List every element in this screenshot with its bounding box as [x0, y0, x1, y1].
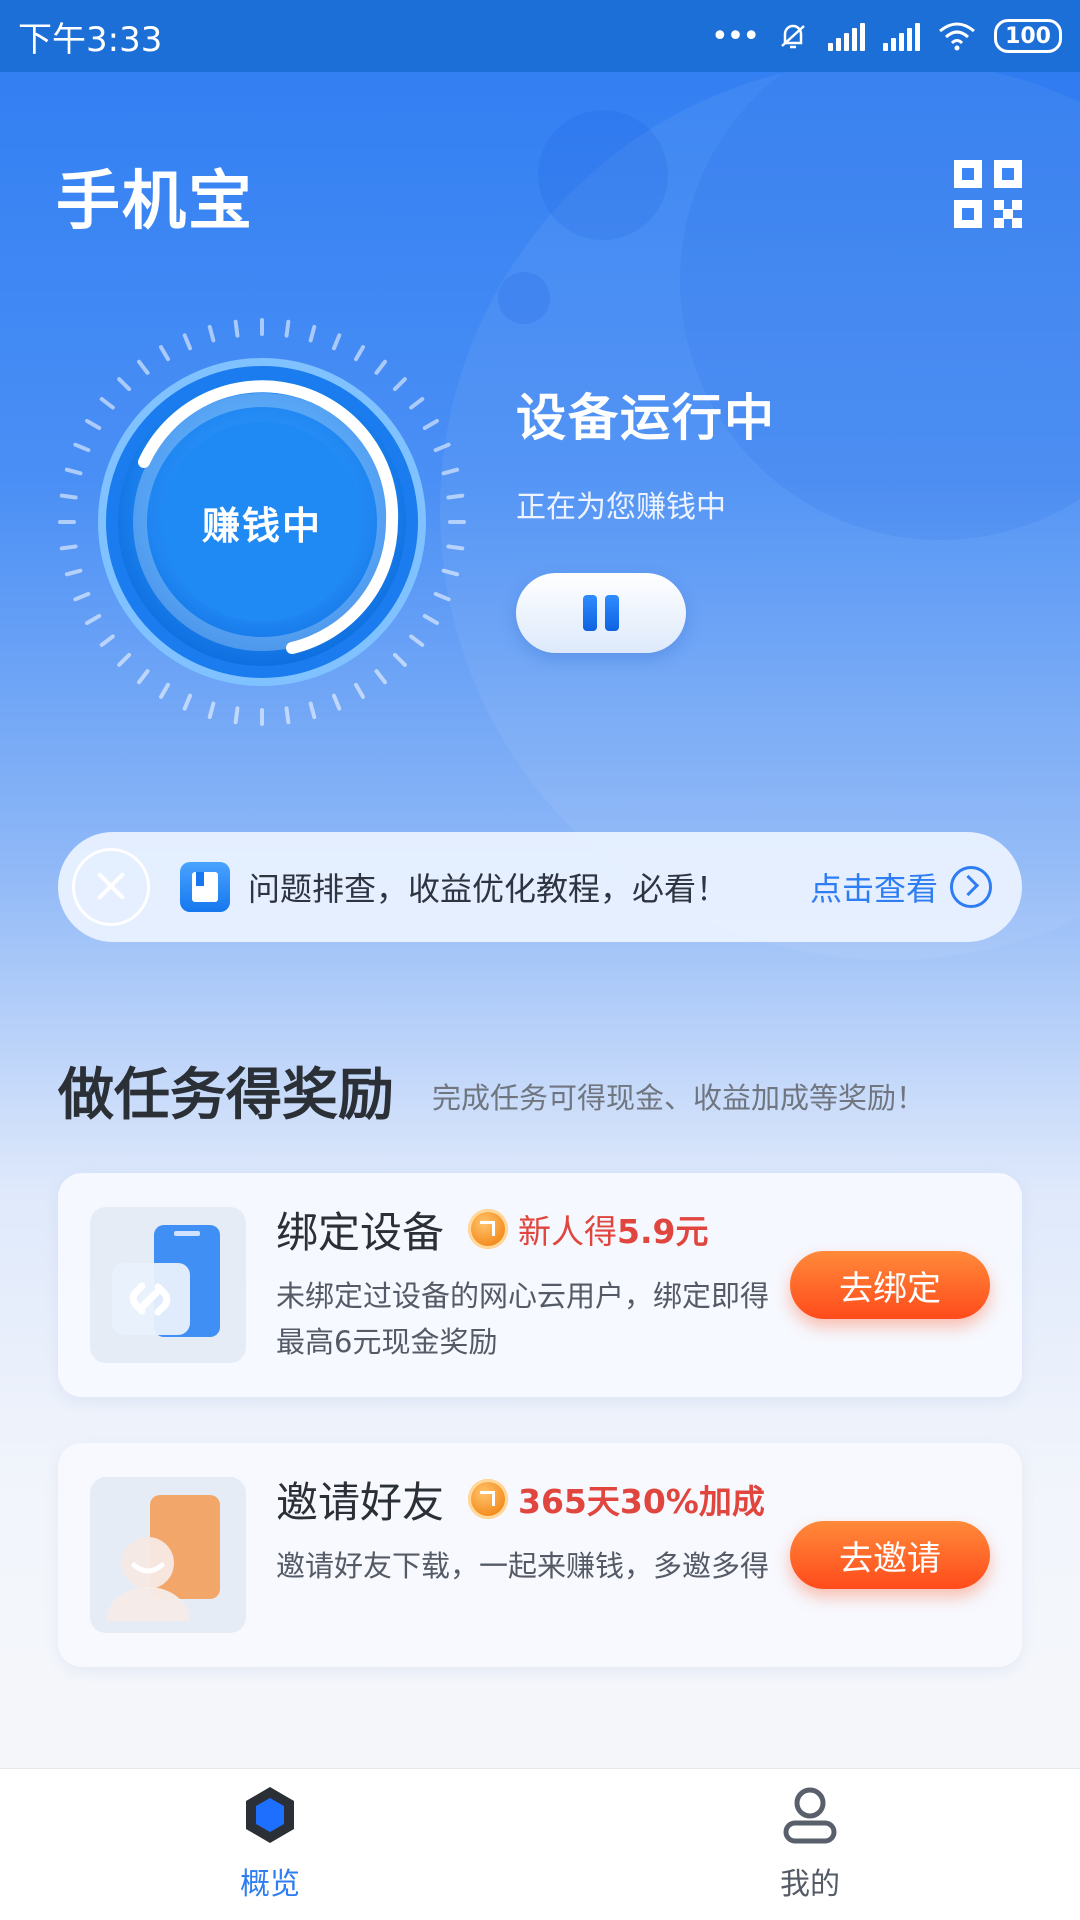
reward-prefix: 新人得	[518, 1212, 617, 1251]
user-icon	[783, 1787, 837, 1844]
book-icon	[180, 862, 230, 912]
bell-off-icon	[781, 24, 805, 49]
phone-link-icon	[90, 1207, 246, 1363]
pause-button[interactable]	[516, 573, 686, 653]
task-description: 邀请好友下载，一起来赚钱，多邀多得	[276, 1549, 770, 1583]
coin-icon	[468, 1209, 508, 1249]
tab-label: 概览	[240, 1867, 300, 1902]
user-card-icon	[90, 1477, 246, 1633]
background-dot	[498, 272, 550, 324]
task-description: 未绑定过设备的网心云用户，绑定即得最高6元现金奖励	[276, 1279, 770, 1359]
signal-icon	[828, 21, 866, 51]
tasks-title: 做任务得奖励	[58, 1063, 394, 1128]
status-icons: ••• 100	[711, 19, 1062, 54]
more-dots-icon: •••	[710, 18, 760, 54]
device-status-subtitle: 正在为您赚钱中	[516, 490, 726, 525]
tasks-subtitle: 完成任务可得现金、收益加成等奖励！	[432, 1081, 926, 1115]
hd-signal-icon	[883, 21, 921, 51]
task-reward: 365天30%加成	[518, 1475, 765, 1523]
battery-level: 100	[1005, 23, 1051, 49]
invite-friends-button[interactable]: 去邀请	[790, 1521, 990, 1589]
status-time: 下午3:33	[18, 19, 163, 60]
task-name: 绑定设备	[276, 1208, 445, 1257]
close-icon[interactable]	[72, 848, 150, 926]
chevron-right-circle-icon[interactable]	[950, 866, 992, 908]
task-name: 邀请好友	[276, 1478, 445, 1527]
task-card-invite-friends: 邀请好友 365天30%加成 邀请好友下载，一起来赚钱，多邀多得 去邀请	[58, 1443, 1022, 1667]
dial-label: 赚钱中	[201, 503, 322, 548]
notice-banner[interactable]: 问题排查，收益优化教程，必看！ 点击查看	[58, 832, 1022, 942]
bind-device-button[interactable]: 去绑定	[790, 1251, 990, 1319]
background-dot	[538, 110, 668, 240]
app-screen: 下午3:33 ••• 100 手机宝 赚钱中 设备运行中 正在为您赚钱中 问题排…	[0, 0, 1080, 1920]
qr-code-icon[interactable]	[952, 158, 1024, 230]
battery-icon: 100	[994, 19, 1062, 53]
tab-overview[interactable]: 概览	[0, 1769, 540, 1920]
reward-value: 5.9元	[617, 1212, 709, 1251]
bottom-tab-bar: 概览 我的	[0, 1768, 1080, 1920]
task-reward: 新人得5.9元	[518, 1205, 708, 1253]
tab-mine[interactable]: 我的	[540, 1769, 1080, 1920]
notice-text: 问题排查，收益优化教程，必看！	[248, 870, 729, 908]
app-title: 手机宝	[56, 165, 254, 239]
task-card-bind-device: 绑定设备 新人得5.9元 未绑定过设备的网心云用户，绑定即得最高6元现金奖励 去…	[58, 1173, 1022, 1397]
earning-dial: 赚钱中	[52, 312, 472, 732]
reward-value: 365天30%加成	[518, 1482, 765, 1521]
pause-icon	[605, 595, 619, 631]
hexagon-icon	[246, 1787, 294, 1843]
coin-icon	[468, 1479, 508, 1519]
device-status-title: 设备运行中	[516, 389, 776, 447]
pause-icon	[583, 595, 597, 631]
wifi-icon	[939, 22, 976, 51]
status-bar: 下午3:33 ••• 100	[0, 0, 1080, 72]
notice-link[interactable]: 点击查看	[810, 864, 938, 910]
tab-label: 我的	[780, 1867, 840, 1902]
